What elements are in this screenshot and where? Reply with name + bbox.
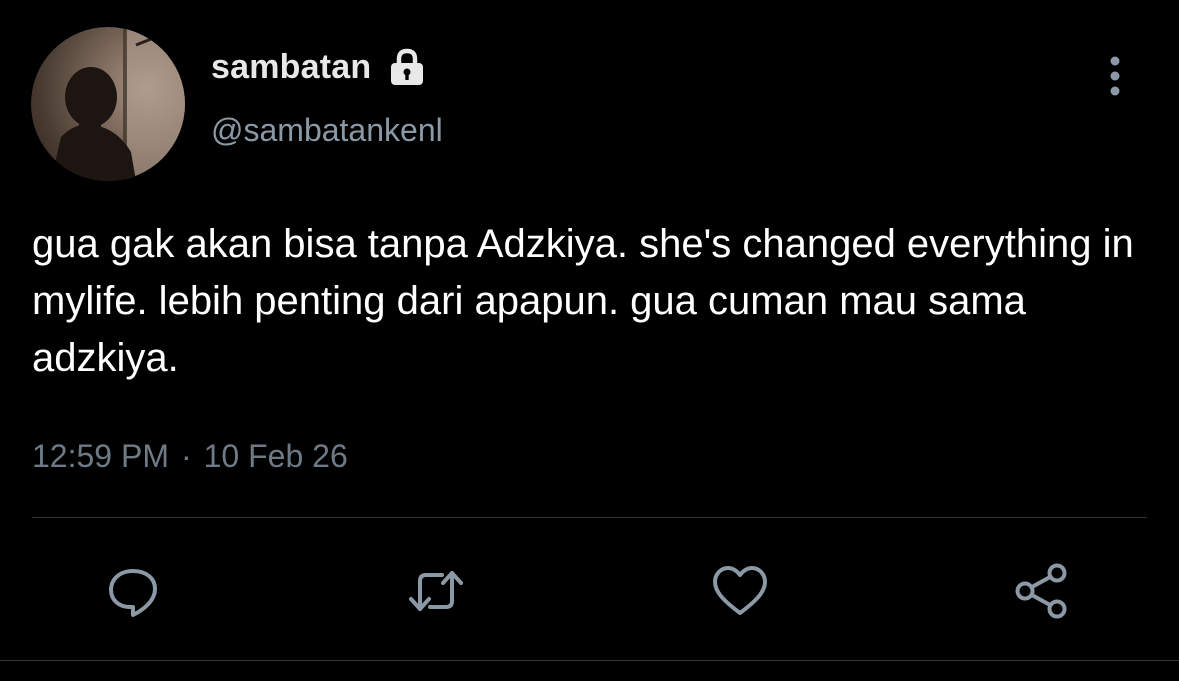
tweet-date: 10 Feb 26 (203, 438, 348, 474)
tweet-detail: sambatan @sambatankenl gua gak akan bisa… (0, 0, 1179, 681)
reply-icon (109, 569, 157, 617)
user-handle[interactable]: @sambatankenl (211, 112, 443, 149)
retweet-button[interactable] (406, 561, 466, 621)
like-button[interactable] (710, 561, 770, 621)
share-icon (1015, 563, 1067, 619)
reply-button[interactable] (103, 561, 163, 621)
avatar[interactable] (31, 27, 185, 181)
lock-icon (387, 48, 427, 86)
name-row: sambatan (211, 44, 427, 90)
avatar-image (51, 27, 185, 181)
divider (32, 517, 1147, 518)
share-button[interactable] (1011, 561, 1071, 621)
divider (0, 660, 1179, 661)
retweet-icon (409, 571, 463, 611)
like-icon (713, 566, 767, 615)
tweet-timestamp[interactable]: 12:59 PM · 10 Feb 26 (32, 438, 348, 475)
timestamp-separator: · (180, 438, 192, 474)
display-name[interactable]: sambatan (211, 48, 371, 87)
tweet-time: 12:59 PM (32, 438, 169, 474)
tweet-text: gua gak akan bisa tanpa Adzkiya. she's c… (32, 222, 1134, 380)
more-vertical-icon[interactable] (1097, 55, 1133, 97)
